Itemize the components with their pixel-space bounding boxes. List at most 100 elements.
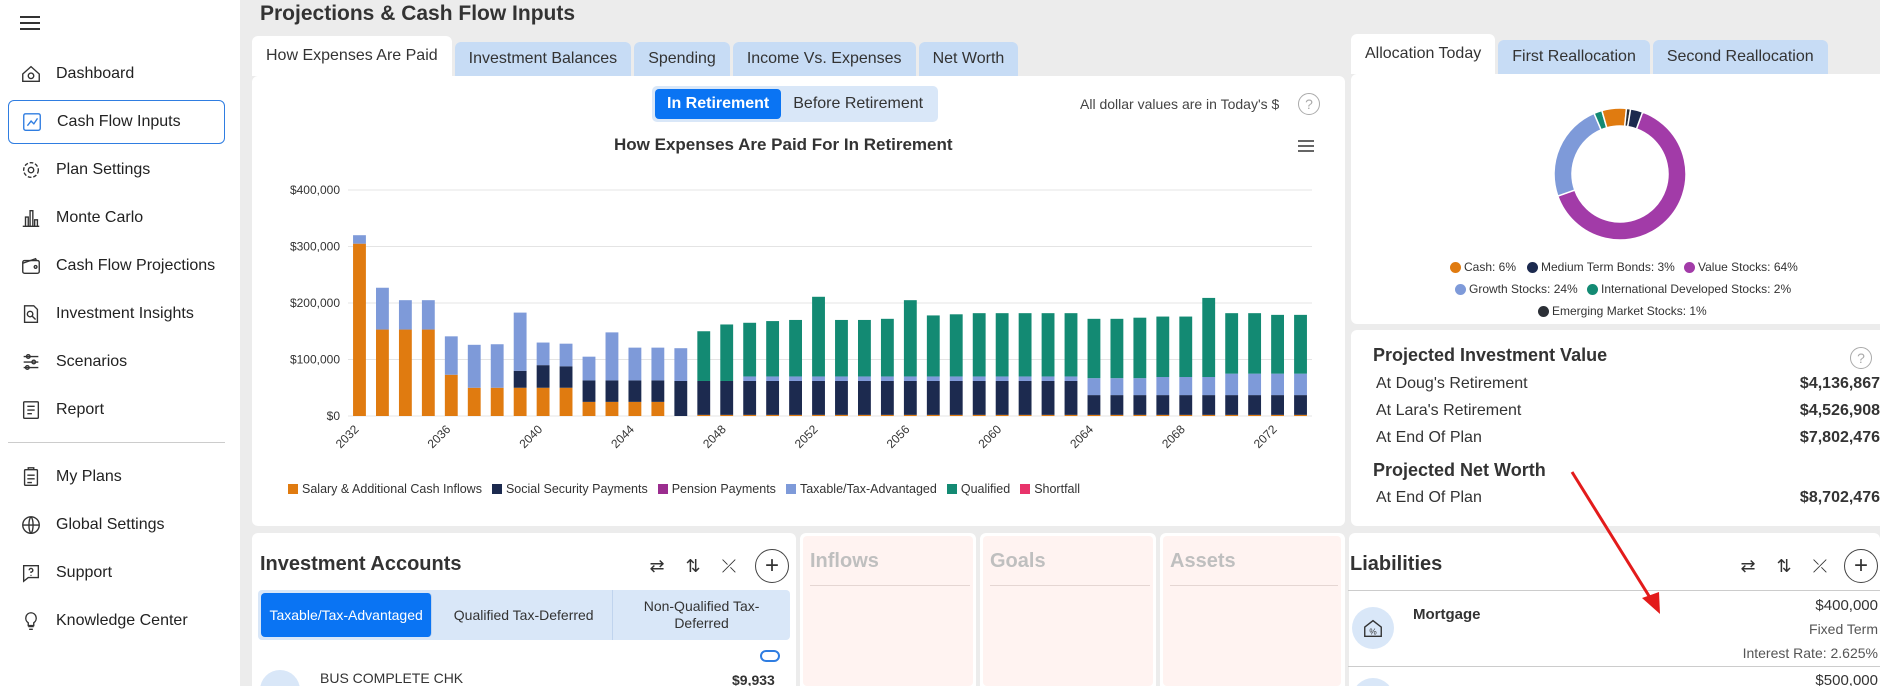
bar-segment[interactable] <box>536 365 550 388</box>
bar-segment[interactable] <box>1179 377 1193 396</box>
bar-segment[interactable] <box>1248 414 1262 416</box>
bar-segment[interactable] <box>858 376 871 381</box>
legend-item[interactable]: Shortfall <box>1020 482 1080 496</box>
bar-segment[interactable] <box>1156 316 1170 378</box>
legend-item[interactable]: Pension Payments <box>657 482 776 496</box>
bar-segment[interactable] <box>880 414 894 416</box>
sidebar-item-scenarios[interactable]: Scenarios <box>8 340 225 384</box>
bar-segment[interactable] <box>926 315 940 377</box>
bar-segment[interactable] <box>1179 316 1193 378</box>
bar-segment[interactable] <box>353 235 366 244</box>
bar-segment[interactable] <box>1087 395 1101 415</box>
bar-segment[interactable] <box>421 300 435 330</box>
bar-segment[interactable] <box>605 401 619 416</box>
bar-segment[interactable] <box>949 376 963 381</box>
bar-segment[interactable] <box>1041 380 1055 415</box>
in-retirement-button[interactable]: In Retirement <box>655 89 782 119</box>
bar-segment[interactable] <box>1087 318 1101 379</box>
bar-segment[interactable] <box>789 376 802 381</box>
bar-segment[interactable] <box>1156 395 1170 415</box>
bar-segment[interactable] <box>766 321 780 377</box>
bar-segment[interactable] <box>1110 395 1124 415</box>
bar-segment[interactable] <box>1133 378 1147 396</box>
tab-second-reallocation[interactable]: Second Reallocation <box>1652 40 1828 74</box>
bar-segment[interactable] <box>812 296 825 377</box>
bar-segment[interactable] <box>398 300 412 330</box>
bar-segment[interactable] <box>1294 395 1307 415</box>
bar-segment[interactable] <box>743 376 757 381</box>
bar-segment[interactable] <box>1064 313 1078 377</box>
bar-segment[interactable] <box>1202 395 1216 415</box>
swap-horizontal-icon[interactable]: ⇄ <box>1737 555 1759 577</box>
bar-segment[interactable] <box>1110 318 1124 379</box>
bar-segment[interactable] <box>697 414 711 416</box>
bar-segment[interactable] <box>582 380 596 402</box>
swap-horizontal-icon[interactable]: ⇄ <box>646 555 668 577</box>
bar-segment[interactable] <box>1041 313 1055 377</box>
bar-segment[interactable] <box>880 376 894 381</box>
bar-segment[interactable] <box>559 387 573 416</box>
bar-segment[interactable] <box>1133 395 1147 415</box>
bar-segment[interactable] <box>858 319 871 377</box>
bar-segment[interactable] <box>1225 373 1239 396</box>
help-icon[interactable]: ? <box>1298 93 1320 115</box>
sidebar-item-plan-settings[interactable]: Plan Settings <box>8 148 225 192</box>
bar-segment[interactable] <box>628 347 642 381</box>
bar-segment[interactable] <box>995 376 1009 381</box>
bar-segment[interactable] <box>972 376 986 381</box>
sidebar-item-cash-flow-inputs[interactable]: Cash Flow Inputs <box>8 100 225 144</box>
goals-title[interactable]: Goals <box>990 550 1046 573</box>
legend-item[interactable]: Qualified <box>946 482 1010 496</box>
add-liability-button[interactable]: + <box>1844 549 1878 583</box>
sidebar-item-dashboard[interactable]: Dashboard <box>8 52 225 96</box>
bar-segment[interactable] <box>949 314 963 377</box>
bar-segment[interactable] <box>812 380 825 415</box>
sidebar-item-monte-carlo[interactable]: Monte Carlo <box>8 196 225 240</box>
bar-segment[interactable] <box>513 370 527 388</box>
bar-segment[interactable] <box>1041 376 1055 381</box>
bar-segment[interactable] <box>835 376 848 381</box>
sidebar-item-global-settings[interactable]: Global Settings <box>8 503 225 547</box>
bar-segment[interactable] <box>1041 414 1055 416</box>
bar-segment[interactable] <box>835 414 848 416</box>
bar-segment[interactable] <box>926 414 940 416</box>
bar-segment[interactable] <box>972 313 986 377</box>
bar-segment[interactable] <box>628 380 642 402</box>
bar-segment[interactable] <box>835 380 848 415</box>
bar-segment[interactable] <box>444 374 458 416</box>
bar-segment[interactable] <box>972 414 986 416</box>
before-retirement-button[interactable]: Before Retirement <box>781 89 935 119</box>
bar-segment[interactable] <box>376 287 389 330</box>
bar-segment[interactable] <box>697 331 711 381</box>
bar-segment[interactable] <box>467 344 481 388</box>
bar-segment[interactable] <box>720 324 734 381</box>
bar-segment[interactable] <box>995 380 1009 415</box>
sidebar-item-report[interactable]: Report <box>8 388 225 432</box>
bar-segment[interactable] <box>1110 414 1124 416</box>
bar-segment[interactable] <box>1064 414 1078 416</box>
bar-segment[interactable] <box>1294 373 1307 396</box>
bar-segment[interactable] <box>1271 314 1284 374</box>
sidebar-item-knowledge-center[interactable]: Knowledge Center <box>8 599 225 643</box>
bar-segment[interactable] <box>858 380 871 415</box>
bar-segment[interactable] <box>490 344 504 388</box>
bar-segment[interactable] <box>628 401 642 416</box>
bar-segment[interactable] <box>903 380 917 415</box>
bar-segment[interactable] <box>1179 395 1193 415</box>
bar-segment[interactable] <box>903 300 917 377</box>
help-icon[interactable]: ? <box>1850 347 1872 369</box>
sort-icon[interactable]: ⇅ <box>1773 555 1795 577</box>
bar-segment[interactable] <box>858 414 871 416</box>
bar-segment[interactable] <box>880 318 894 377</box>
bar-segment[interactable] <box>926 376 940 381</box>
link-icon[interactable] <box>760 650 780 662</box>
bar-segment[interactable] <box>1294 414 1307 416</box>
bar-segment[interactable] <box>536 342 550 366</box>
bar-segment[interactable] <box>559 343 573 367</box>
sidebar-item-investment-insights[interactable]: Investment Insights <box>8 292 225 336</box>
bar-segment[interactable] <box>1133 414 1147 416</box>
tab-how-expenses-are-paid[interactable]: How Expenses Are Paid <box>252 36 452 76</box>
bar-segment[interactable] <box>835 319 848 377</box>
bar-segment[interactable] <box>812 376 825 381</box>
bar-segment[interactable] <box>697 380 711 415</box>
